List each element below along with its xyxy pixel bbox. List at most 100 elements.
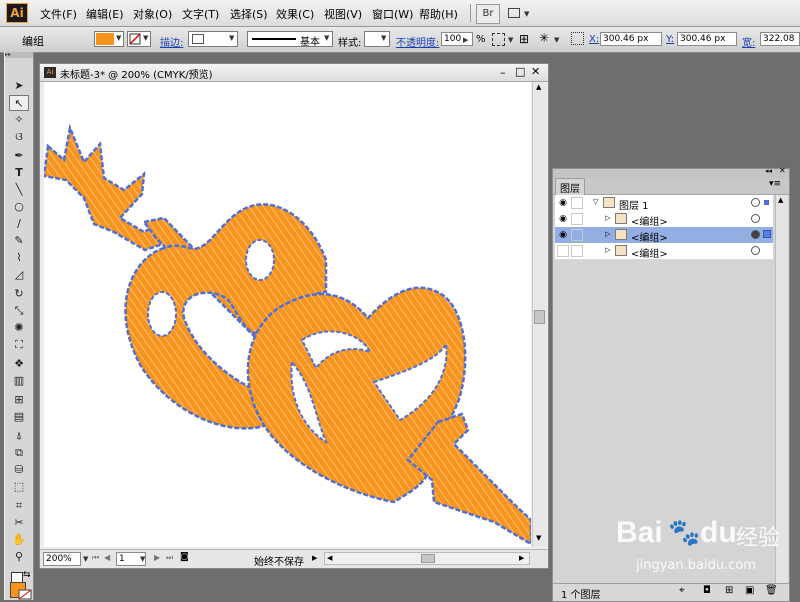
free-transform-tool-icon[interactable]: ⛶ xyxy=(9,337,29,353)
panel-menu-icon[interactable]: ▾≡ xyxy=(769,179,781,189)
stroke-swatch[interactable]: ▼ xyxy=(127,31,151,47)
hearts-arrow-artwork[interactable] xyxy=(44,82,531,547)
vertical-scrollbar[interactable]: ▲ ▼ xyxy=(532,82,547,547)
layer-row[interactable]: ◉ ▷ <编组> xyxy=(555,211,773,228)
lock-toggle[interactable] xyxy=(571,213,583,225)
layer-row[interactable]: ▷ <编组> xyxy=(555,243,773,260)
hand-tool-icon[interactable]: ✋ xyxy=(9,532,29,548)
eraser-tool-icon[interactable]: ◿ xyxy=(9,267,29,283)
graph-tool-icon[interactable]: ▥ xyxy=(9,373,29,389)
live-paint-selection-tool-icon[interactable]: ⬚ xyxy=(9,479,29,495)
menu-select[interactable]: 选择(S) xyxy=(230,6,268,22)
pencil-tool-icon[interactable]: ✎ xyxy=(9,233,29,249)
expand-triangle-icon[interactable]: ▷ xyxy=(605,230,610,238)
visibility-eye-icon[interactable]: ◉ xyxy=(557,197,569,209)
minimize-icon[interactable]: – xyxy=(500,66,506,79)
delete-layer-icon[interactable]: 🗑 xyxy=(765,585,778,596)
expand-triangle-icon[interactable]: ▷ xyxy=(605,214,610,222)
toolbox-grip[interactable]: ▸▸ xyxy=(5,52,33,58)
visibility-toggle[interactable] xyxy=(557,245,569,257)
artboard-canvas[interactable] xyxy=(44,82,531,547)
x-position-input[interactable]: 300.46 px xyxy=(600,32,662,46)
menu-help[interactable]: 帮助(H) xyxy=(419,6,458,22)
swap-colors-icon[interactable]: ⇆ xyxy=(23,570,31,580)
menu-type[interactable]: 文字(T) xyxy=(182,6,219,22)
mesh-tool-icon[interactable]: ⊞ xyxy=(9,392,29,408)
scroll-up-icon[interactable]: ▲ xyxy=(778,196,783,204)
menu-file[interactable]: 文件(F) xyxy=(40,6,77,22)
workspace-arrange-button[interactable]: ▼ xyxy=(505,4,533,24)
chevron-down-icon[interactable]: ▼ xyxy=(140,555,145,563)
tab-layers[interactable]: 图层 xyxy=(555,178,585,196)
make-clipping-mask-icon[interactable]: ◘ xyxy=(703,585,711,596)
target-circle-icon[interactable] xyxy=(751,214,760,223)
blend-tool-icon[interactable]: ⧉ xyxy=(9,445,29,461)
next-artboard-icon[interactable]: ▶ xyxy=(154,553,160,562)
maximize-icon[interactable]: □ xyxy=(515,65,525,78)
zoom-tool-icon[interactable]: ⚲ xyxy=(9,549,29,565)
graphic-style-select[interactable]: ▼ xyxy=(364,31,390,47)
chevron-down-icon[interactable]: ▼ xyxy=(83,555,88,563)
direct-selection-tool-icon[interactable]: ↖ xyxy=(9,95,29,111)
rotate-tool-icon[interactable]: ↻ xyxy=(9,286,29,302)
menu-effect[interactable]: 效果(C) xyxy=(276,6,314,22)
bridge-button[interactable]: Br xyxy=(476,4,500,24)
layer-row[interactable]: ◉ ▽ 图层 1 xyxy=(555,195,773,212)
chevron-down-icon[interactable]: ▼ xyxy=(508,36,513,44)
expand-triangle-icon[interactable]: ▷ xyxy=(605,246,610,254)
stroke-color-box[interactable] xyxy=(18,589,32,600)
lasso-tool-icon[interactable]: ଓ xyxy=(9,129,29,145)
group-name[interactable]: <编组> xyxy=(631,245,668,260)
close-icon[interactable]: ✕ xyxy=(531,65,540,78)
document-titlebar[interactable]: Ai 未标题-3* @ 200% (CMYK/预览) – □ ✕ xyxy=(40,64,548,82)
brush-definition-select[interactable]: 基本 ▼ xyxy=(247,31,333,48)
warp-tool-icon[interactable]: ✺ xyxy=(9,320,29,336)
layer-name[interactable]: 图层 1 xyxy=(619,197,649,212)
y-label[interactable]: Y: xyxy=(666,34,674,45)
menu-window[interactable]: 窗口(W) xyxy=(372,6,413,22)
visibility-eye-icon[interactable]: ◉ xyxy=(557,229,569,241)
previous-artboard-icon[interactable]: ◀ xyxy=(104,553,110,562)
artboard-tool-icon[interactable]: ⌗ xyxy=(9,498,29,514)
symbol-sprayer-tool-icon[interactable]: ❖ xyxy=(9,356,29,372)
blob-brush-tool-icon[interactable]: ⌇ xyxy=(9,250,29,266)
lock-toggle[interactable] xyxy=(571,229,583,241)
pen-tool-icon[interactable]: ✒ xyxy=(9,148,29,164)
vertical-scroll-thumb[interactable] xyxy=(534,310,545,324)
selection-tool-icon[interactable]: ➤ xyxy=(9,78,29,94)
x-label[interactable]: X: xyxy=(589,34,599,45)
lock-toggle[interactable] xyxy=(571,197,583,209)
locate-object-icon[interactable]: ⌖ xyxy=(679,585,685,596)
last-artboard-icon[interactable]: ⏭ xyxy=(166,553,173,563)
stroke-label[interactable]: 描边: xyxy=(160,34,183,49)
chevron-down-icon[interactable]: ▼ xyxy=(554,36,559,44)
new-sublayer-icon[interactable]: ⊞ xyxy=(725,585,733,596)
width-input[interactable]: 322.08 xyxy=(760,32,800,46)
status-toggle-icon[interactable]: ◙ xyxy=(180,552,189,562)
first-artboard-icon[interactable]: ⏮ xyxy=(92,553,99,563)
eyedropper-tool-icon[interactable]: ⍋ xyxy=(9,428,29,444)
y-position-input[interactable]: 300.46 px xyxy=(677,32,737,46)
horizontal-scroll-thumb[interactable] xyxy=(421,554,435,563)
ellipse-tool-icon[interactable]: ○ xyxy=(9,199,29,215)
group-name[interactable]: <编组> xyxy=(631,213,668,228)
group-name[interactable]: <编组> xyxy=(631,229,668,244)
scale-tool-icon[interactable]: ⤡ xyxy=(9,303,29,319)
scroll-left-icon[interactable]: ◀ xyxy=(327,554,332,562)
layer-row-selected[interactable]: ◉ ▷ <编组> xyxy=(555,227,773,244)
menu-edit[interactable]: 编辑(E) xyxy=(86,6,124,22)
close-panel-icon[interactable]: ✕ xyxy=(779,166,786,175)
lock-toggle[interactable] xyxy=(571,245,583,257)
target-circle-icon[interactable] xyxy=(751,230,760,239)
live-paint-bucket-tool-icon[interactable]: ⛁ xyxy=(9,462,29,478)
scroll-up-icon[interactable]: ▲ xyxy=(536,83,541,91)
new-layer-icon[interactable]: ▣ xyxy=(745,585,754,596)
scroll-right-icon[interactable]: ▶ xyxy=(519,554,524,562)
slice-tool-icon[interactable]: ✂ xyxy=(9,515,29,531)
stroke-weight-select[interactable]: ▼ xyxy=(188,31,238,47)
opacity-label[interactable]: 不透明度: xyxy=(396,34,439,49)
collapse-panel-icon[interactable]: ◂◂ xyxy=(765,167,772,175)
transform-icon[interactable]: ⊞ xyxy=(519,32,529,46)
target-circle-icon[interactable] xyxy=(751,246,760,255)
gradient-tool-icon[interactable]: ▤ xyxy=(9,409,29,425)
